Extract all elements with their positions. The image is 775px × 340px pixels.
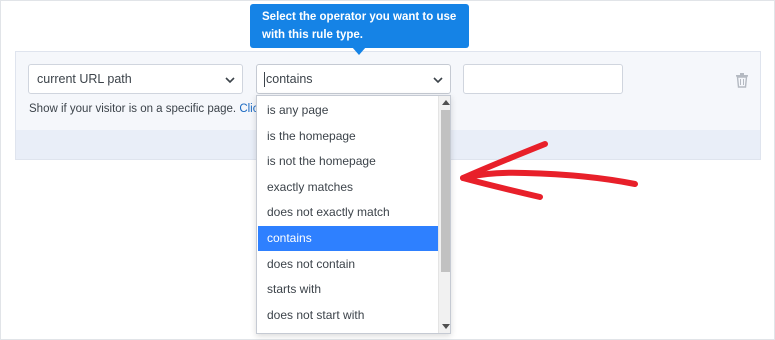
operator-option[interactable]: exactly matches — [258, 175, 438, 200]
rule-field-select[interactable]: current URL path — [28, 64, 243, 94]
rule-operator-value: contains — [266, 72, 313, 86]
rule-value-input[interactable] — [463, 64, 623, 94]
scroll-down-icon[interactable] — [442, 324, 450, 330]
text-cursor — [264, 72, 265, 87]
operator-option[interactable]: does not start with — [258, 303, 438, 328]
chevron-down-icon — [433, 77, 443, 84]
operator-option[interactable]: does not contain — [258, 252, 438, 277]
operator-option[interactable]: is not the homepage — [258, 149, 438, 174]
rule-field-value: current URL path — [37, 72, 132, 86]
rule-help-description: Show if your visitor is on a specific pa… — [29, 103, 237, 115]
tooltip-line-1: Select the operator you want to use — [262, 11, 457, 23]
operator-dropdown-list[interactable]: is any page is the homepage is not the hom… — [256, 95, 451, 334]
operator-option[interactable]: starts with — [258, 277, 438, 302]
tooltip-line-2: with this rule type. — [262, 29, 363, 41]
scroll-up-icon[interactable] — [442, 99, 450, 105]
rule-operator-select[interactable]: contains — [256, 64, 451, 94]
tooltip-pointer — [352, 47, 366, 55]
trash-icon[interactable] — [735, 72, 749, 88]
operator-option[interactable]: is any page — [258, 98, 438, 123]
rule-help-text: Show if your visitor is on a specific pa… — [29, 103, 284, 115]
red-arrow-annotation — [460, 141, 638, 200]
chevron-down-icon — [225, 77, 235, 84]
operator-option[interactable]: is the homepage — [258, 124, 438, 149]
scrollbar-thumb[interactable] — [441, 110, 450, 272]
dropdown-scrollbar[interactable] — [438, 96, 450, 333]
operator-option[interactable]: contains — [258, 226, 438, 251]
operator-tooltip: Select the operator you want to use with… — [250, 4, 469, 48]
operator-option[interactable]: does not exactly match — [258, 200, 438, 225]
